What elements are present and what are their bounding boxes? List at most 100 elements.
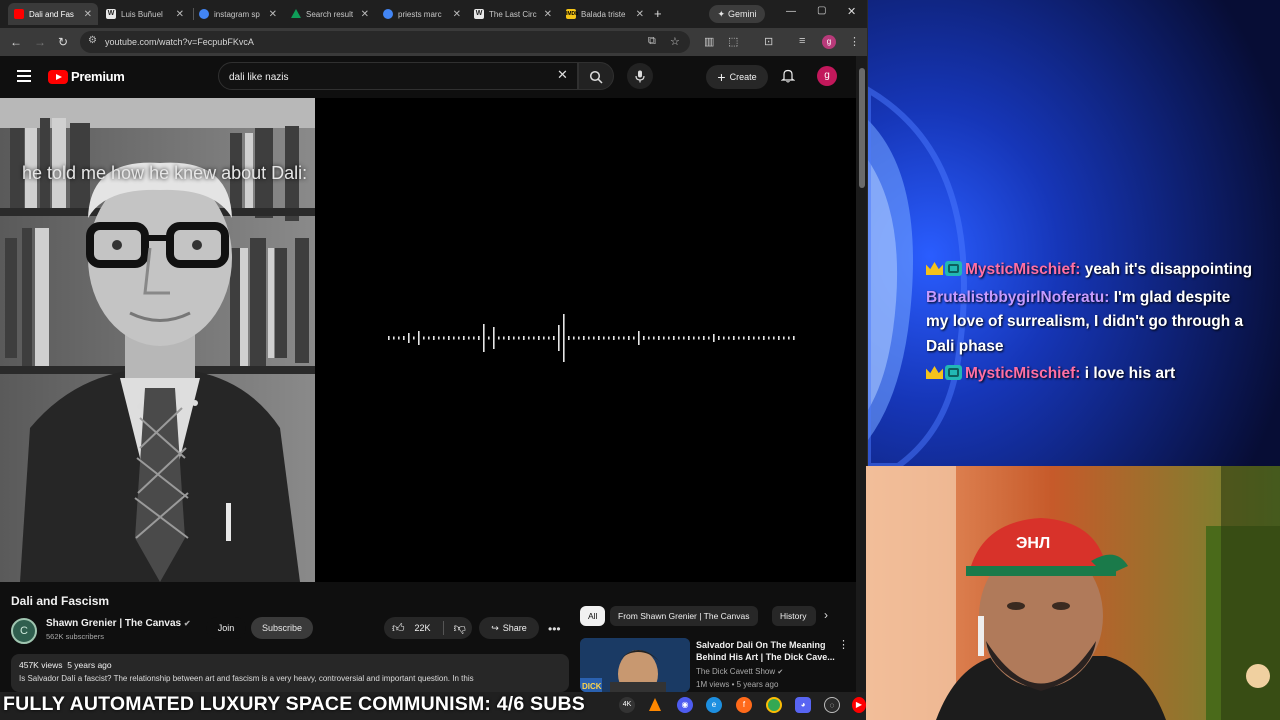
- upload-age: 5 years ago: [67, 660, 112, 670]
- close-tab-icon[interactable]: ✕: [453, 9, 461, 20]
- thumbs-up-icon[interactable]: 👍︎: [392, 621, 405, 636]
- close-tab-icon[interactable]: ✕: [176, 9, 184, 20]
- youtube-play-logo-icon: [48, 69, 68, 84]
- recommended-video-thumbnail[interactable]: DICK: [580, 638, 690, 692]
- forward-arrow-icon[interactable]: →: [34, 35, 46, 49]
- chrome-icon[interactable]: [766, 697, 782, 713]
- chat-message: MysticMischief: i love his art: [926, 362, 1256, 387]
- obs-icon[interactable]: ◌: [824, 697, 840, 713]
- tab-the-last-circus[interactable]: W The Last Circ ✕: [468, 3, 558, 25]
- thumbs-down-icon[interactable]: 👎︎: [454, 621, 466, 636]
- install-app-icon[interactable]: ⧉: [648, 35, 656, 48]
- menu-kebab-icon[interactable]: ⋮: [849, 35, 860, 48]
- channel-name[interactable]: Shawn Grenier | The Canvas: [46, 618, 181, 629]
- waveform-bar: [513, 336, 515, 340]
- extensions-puzzle-icon[interactable]: ⬚: [728, 35, 738, 48]
- maximize-icon[interactable]: ▢: [817, 5, 826, 16]
- waveform-bar: [748, 336, 750, 340]
- recommended-more-icon[interactable]: ⋮: [838, 638, 849, 651]
- video-info-area: Dali and Fascism C Shawn Grenier | The C…: [0, 582, 856, 692]
- youtube-icon[interactable]: ▶: [852, 697, 866, 713]
- video-player[interactable]: he told me how he knew about Dali:: [0, 98, 858, 582]
- app-icon[interactable]: ◉: [677, 697, 693, 713]
- tab-label: The Last Circ: [489, 9, 537, 19]
- chip-from-channel[interactable]: From Shawn Grenier | The Canvas: [610, 606, 758, 626]
- close-tab-icon[interactable]: ✕: [361, 9, 369, 20]
- waveform-bar: [468, 336, 470, 340]
- stream-chat-overlay: MysticMischief: yeah it's disappointing …: [926, 258, 1256, 390]
- discord-icon[interactable]: ◕: [795, 697, 811, 713]
- waveform-bar: [433, 336, 435, 340]
- waveform-bar: [418, 331, 420, 345]
- recommended-channel[interactable]: The Dick Cavett Show ✔: [696, 667, 783, 676]
- recommended-channel-name[interactable]: The Dick Cavett Show: [696, 667, 775, 676]
- subscriber-badge-icon: [945, 365, 962, 380]
- address-bar[interactable]: ⚙ youtube.com/watch?v=FecpubFKvcA ⧉ ☆: [80, 31, 690, 53]
- tab-priests[interactable]: priests marc ✕: [377, 3, 467, 25]
- more-actions-icon[interactable]: •••: [548, 622, 561, 636]
- create-button[interactable]: + Create: [706, 65, 768, 89]
- chip-history[interactable]: History: [772, 606, 816, 626]
- reload-icon[interactable]: ↻: [58, 35, 68, 49]
- subscribe-button[interactable]: Subscribe: [251, 617, 313, 639]
- clear-search-icon[interactable]: ✕: [557, 67, 568, 83]
- tab-instagram[interactable]: instagram sp ✕: [193, 3, 283, 25]
- media-control-icon[interactable]: ≡: [799, 35, 805, 47]
- scrollbar-thumb[interactable]: [859, 68, 865, 188]
- channel-avatar[interactable]: C: [11, 618, 37, 644]
- video-caption: he told me how he knew about Dali:: [22, 163, 308, 183]
- waveform-bar: [463, 336, 465, 340]
- like-count[interactable]: 22K: [415, 623, 431, 633]
- chip-all[interactable]: All: [580, 606, 606, 626]
- back-arrow-icon[interactable]: ←: [10, 35, 22, 49]
- share-button[interactable]: ↪ Share: [479, 617, 539, 639]
- share-label: Share: [502, 623, 527, 633]
- waveform-bar: [533, 336, 535, 340]
- tab-search-icon[interactable]: ⊡: [764, 35, 773, 48]
- chip-label: All: [588, 611, 598, 621]
- url-text: youtube.com/watch?v=FecpubFKvcA: [105, 37, 254, 47]
- close-tab-icon[interactable]: ✕: [84, 9, 92, 20]
- tab-luis-bunuel[interactable]: W Luis Buñuel ✕: [100, 3, 190, 25]
- waveform-bar: [573, 336, 575, 340]
- tab-dali-and-fascism[interactable]: Dali and Fas ✕: [8, 3, 98, 25]
- gemini-sparkle-icon: ✦: [717, 8, 726, 19]
- search-box[interactable]: [218, 62, 578, 90]
- notifications-bell-icon[interactable]: [780, 68, 796, 86]
- recommended-video-title[interactable]: Salvador Dali On The Meaning Behind His …: [696, 639, 836, 663]
- waveform-bar: [528, 336, 530, 340]
- gemini-button[interactable]: ✦ Gemini: [709, 5, 765, 23]
- search-input[interactable]: [229, 69, 549, 85]
- hamburger-menu-icon[interactable]: [17, 70, 31, 82]
- waveform-bar: [723, 336, 725, 340]
- account-avatar[interactable]: g: [817, 66, 837, 86]
- join-button[interactable]: Join: [206, 617, 246, 639]
- close-tab-icon[interactable]: ✕: [544, 9, 552, 20]
- voice-search-button[interactable]: [627, 63, 653, 89]
- youtube-premium-logo[interactable]: Premium: [48, 69, 125, 84]
- close-tab-icon[interactable]: ✕: [636, 9, 644, 20]
- site-info-icon[interactable]: ⚙: [88, 35, 97, 46]
- browser-profile-icon[interactable]: g: [822, 35, 836, 49]
- tab-balada-triste[interactable]: IMDb Balada triste ✕: [560, 3, 650, 25]
- description-text: Is Salvador Dalí a fascist? The relation…: [19, 674, 474, 683]
- waveform-bar: [708, 336, 710, 340]
- firefox-icon[interactable]: f: [736, 697, 752, 713]
- 4k-icon[interactable]: 4K: [619, 697, 635, 713]
- minimize-icon[interactable]: —: [786, 6, 796, 17]
- chevron-right-icon[interactable]: ›: [824, 608, 828, 622]
- waveform-bar: [563, 314, 565, 362]
- new-tab-plus-icon[interactable]: +: [654, 6, 662, 21]
- channel-name-row[interactable]: Shawn Grenier | The Canvas ✔: [46, 618, 191, 629]
- search-button[interactable]: [578, 62, 614, 90]
- waveform-bar: [753, 336, 755, 340]
- edge-icon[interactable]: e: [706, 697, 722, 713]
- close-tab-icon[interactable]: ✕: [269, 9, 277, 20]
- tab-search-results[interactable]: Search result ✕: [285, 3, 375, 25]
- reading-list-icon[interactable]: ▥: [704, 35, 714, 48]
- chip-label: From Shawn Grenier | The Canvas: [618, 611, 750, 621]
- waveform-bar: [658, 336, 660, 340]
- vlc-icon[interactable]: [647, 697, 663, 713]
- close-window-icon[interactable]: ✕: [847, 5, 856, 18]
- bookmark-star-icon[interactable]: ☆: [670, 35, 680, 48]
